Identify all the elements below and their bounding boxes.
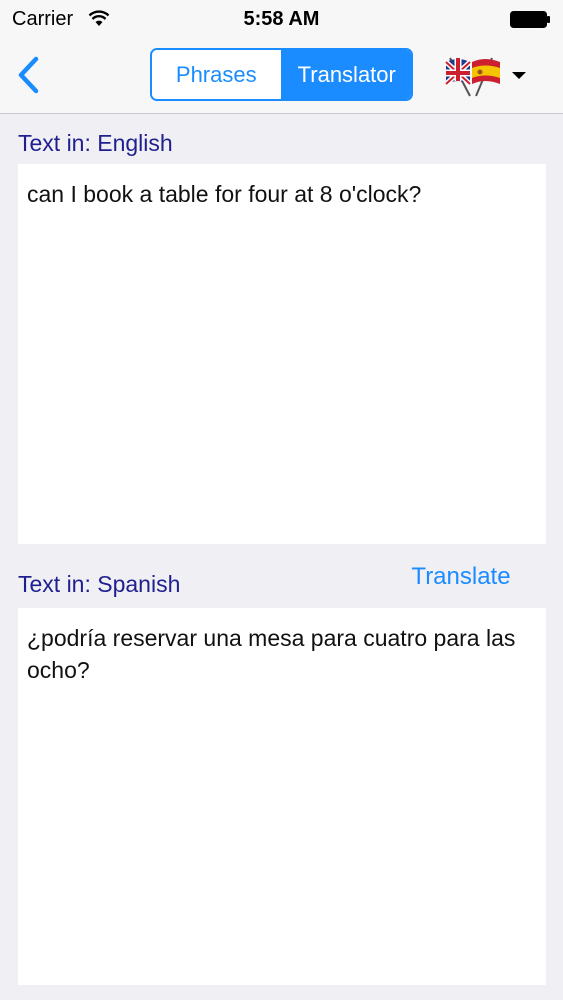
battery-icon xyxy=(510,11,550,28)
uk-spain-flags-icon xyxy=(444,57,500,97)
navigation-bar: Phrases Translator xyxy=(0,38,563,114)
translator-screen: Carrier 5:58 AM Phrases Translator Text … xyxy=(0,0,563,1000)
back-button[interactable] xyxy=(8,52,48,98)
status-bar: Carrier 5:58 AM xyxy=(0,0,563,38)
dropdown-arrow-icon xyxy=(512,71,526,79)
translate-button[interactable]: Translate xyxy=(402,561,520,593)
source-text-area[interactable]: can I book a table for four at 8 o'clock… xyxy=(18,164,546,544)
translation-text-area[interactable]: ¿podría reservar una mesa para cuatro pa… xyxy=(18,608,546,985)
chevron-left-icon xyxy=(18,56,39,94)
clock: 5:58 AM xyxy=(243,8,320,30)
target-language-label: Text in: Spanish xyxy=(18,571,181,597)
language-picker[interactable] xyxy=(440,52,532,98)
segment-phrases[interactable]: Phrases xyxy=(152,50,281,99)
segment-translator[interactable]: Translator xyxy=(280,50,411,99)
mode-segmented-control: Phrases Translator xyxy=(150,48,413,101)
source-language-label: Text in: English xyxy=(18,130,173,156)
